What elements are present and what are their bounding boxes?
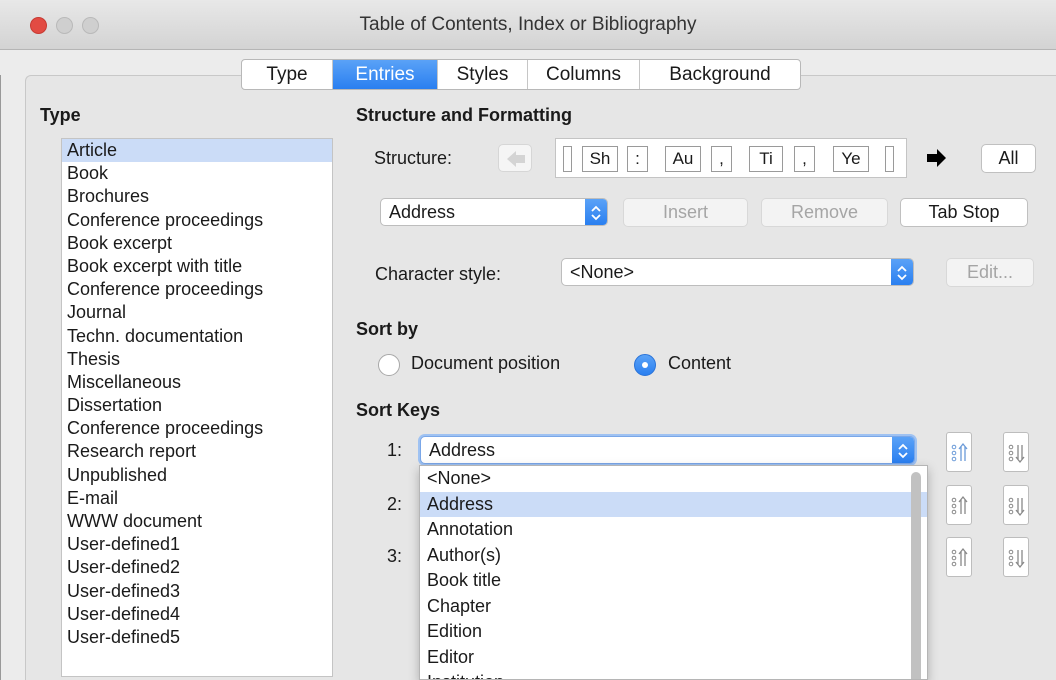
field-select-value: Address [389, 202, 456, 222]
structure-heading: Structure and Formatting [356, 105, 573, 125]
dropdown-option[interactable]: Editor [420, 645, 927, 671]
dropdown-option[interactable]: Institution [420, 670, 927, 679]
type-item[interactable]: Thesis [62, 348, 332, 371]
edit-button[interactable]: Edit... [946, 258, 1034, 287]
type-item[interactable]: User-defined3 [62, 580, 332, 603]
type-item[interactable]: Miscellaneous [62, 371, 332, 394]
dropdown-option[interactable]: Annotation [420, 517, 927, 543]
remove-button[interactable]: Remove [761, 198, 888, 227]
sort-ascending-3-button[interactable] [946, 537, 972, 577]
dropdown-scrollbar[interactable] [911, 472, 921, 679]
content-radio[interactable] [634, 354, 656, 376]
sort-ascending-icon [951, 547, 968, 567]
dropdown-option[interactable]: Edition [420, 619, 927, 645]
window-edge [0, 75, 1, 680]
character-style-label: Character style: [375, 264, 502, 284]
content-label: Content [668, 353, 732, 373]
tab-type[interactable]: Type [242, 60, 333, 89]
type-item[interactable]: Unpublished [62, 464, 332, 487]
select-chevron-icon [585, 199, 607, 225]
sort-key-1-select[interactable]: Address [420, 436, 915, 464]
structure-token[interactable]: Ti [749, 146, 783, 172]
type-item[interactable]: Conference proceedings [62, 417, 332, 440]
sort-key-dropdown[interactable]: <None> Address Annotation Author(s) Book… [419, 465, 928, 680]
type-item[interactable]: Journal [62, 301, 332, 324]
type-item[interactable]: E-mail [62, 487, 332, 510]
sort-by-heading: Sort by [356, 319, 419, 339]
sort-descending-1-button[interactable] [1003, 432, 1029, 472]
type-heading: Type [40, 105, 81, 125]
dropdown-option[interactable]: Chapter [420, 594, 927, 620]
document-position-label: Document position [411, 353, 561, 373]
dropdown-option[interactable]: <None> [420, 466, 927, 492]
tab-entries[interactable]: Entries [333, 60, 438, 89]
sort-descending-2-button[interactable] [1003, 485, 1029, 525]
type-item[interactable]: Book excerpt [62, 232, 332, 255]
insert-button[interactable]: Insert [623, 198, 748, 227]
dropdown-option[interactable]: Book title [420, 568, 927, 594]
tab-bar: Type Entries Styles Columns Background [241, 59, 801, 90]
arrow-left-icon [507, 151, 525, 167]
dropdown-option[interactable]: Author(s) [420, 543, 927, 569]
type-item[interactable]: Research report [62, 440, 332, 463]
document-position-radio[interactable] [378, 354, 400, 376]
type-item[interactable]: User-defined5 [62, 626, 332, 649]
sort-key-2-label: 2: [387, 494, 403, 514]
sort-ascending-1-button[interactable] [946, 432, 972, 472]
sort-ascending-icon [951, 495, 968, 515]
sort-descending-icon [1008, 444, 1025, 464]
type-item[interactable]: Dissertation [62, 394, 332, 417]
tab-background[interactable]: Background [640, 60, 800, 89]
structure-label: Structure: [374, 148, 453, 168]
sort-key-1-value: Address [429, 440, 496, 460]
tab-styles[interactable]: Styles [438, 60, 528, 89]
arrow-right-icon [927, 149, 946, 167]
structure-token[interactable]: Ye [833, 146, 869, 172]
tab-stop-button[interactable]: Tab Stop [900, 198, 1028, 227]
type-item[interactable]: User-defined4 [62, 603, 332, 626]
structure-field[interactable]: Sh : Au , Ti , Ye [555, 138, 907, 178]
sort-descending-3-button[interactable] [1003, 537, 1029, 577]
sort-descending-icon [1008, 497, 1025, 517]
structure-token[interactable]: Sh [582, 146, 618, 172]
all-button[interactable]: All [981, 144, 1036, 173]
type-item[interactable]: Conference proceedings [62, 209, 332, 232]
type-item[interactable]: WWW document [62, 510, 332, 533]
type-item[interactable]: User-defined1 [62, 533, 332, 556]
structure-token[interactable]: Au [665, 146, 701, 172]
type-item[interactable]: Techn. documentation [62, 325, 332, 348]
title-bar: Table of Contents, Index or Bibliography [0, 0, 1056, 50]
sort-keys-heading: Sort Keys [356, 400, 441, 420]
select-chevron-icon [892, 437, 914, 463]
dropdown-option[interactable]: Address [420, 491, 927, 517]
character-style-value: <None> [570, 262, 635, 282]
structure-token[interactable]: , [711, 146, 732, 172]
structure-token[interactable]: : [627, 146, 648, 172]
tab-columns[interactable]: Columns [528, 60, 640, 89]
sort-ascending-icon [951, 442, 968, 462]
type-item[interactable]: Brochures [62, 185, 332, 208]
structure-token-empty[interactable] [885, 146, 894, 172]
sort-key-1-label: 1: [387, 440, 403, 460]
sort-key-3-label: 3: [387, 546, 403, 566]
field-select[interactable]: Address [380, 198, 608, 226]
move-left-button[interactable] [498, 144, 532, 172]
type-item[interactable]: Book [62, 162, 332, 185]
type-list[interactable]: Article Book Brochures Conference procee… [61, 138, 333, 677]
character-style-select[interactable]: <None> [561, 258, 914, 286]
type-item[interactable]: Conference proceedings [62, 278, 332, 301]
structure-token[interactable]: , [794, 146, 815, 172]
move-right-button[interactable] [920, 144, 954, 172]
type-item[interactable]: Book excerpt with title [62, 255, 332, 278]
type-item[interactable]: User-defined2 [62, 556, 332, 579]
structure-token-empty[interactable] [563, 146, 572, 172]
sort-ascending-2-button[interactable] [946, 485, 972, 525]
select-chevron-icon [891, 259, 913, 285]
window-title: Table of Contents, Index or Bibliography [359, 14, 697, 35]
type-item[interactable]: Article [62, 139, 332, 163]
sort-descending-icon [1008, 549, 1025, 569]
